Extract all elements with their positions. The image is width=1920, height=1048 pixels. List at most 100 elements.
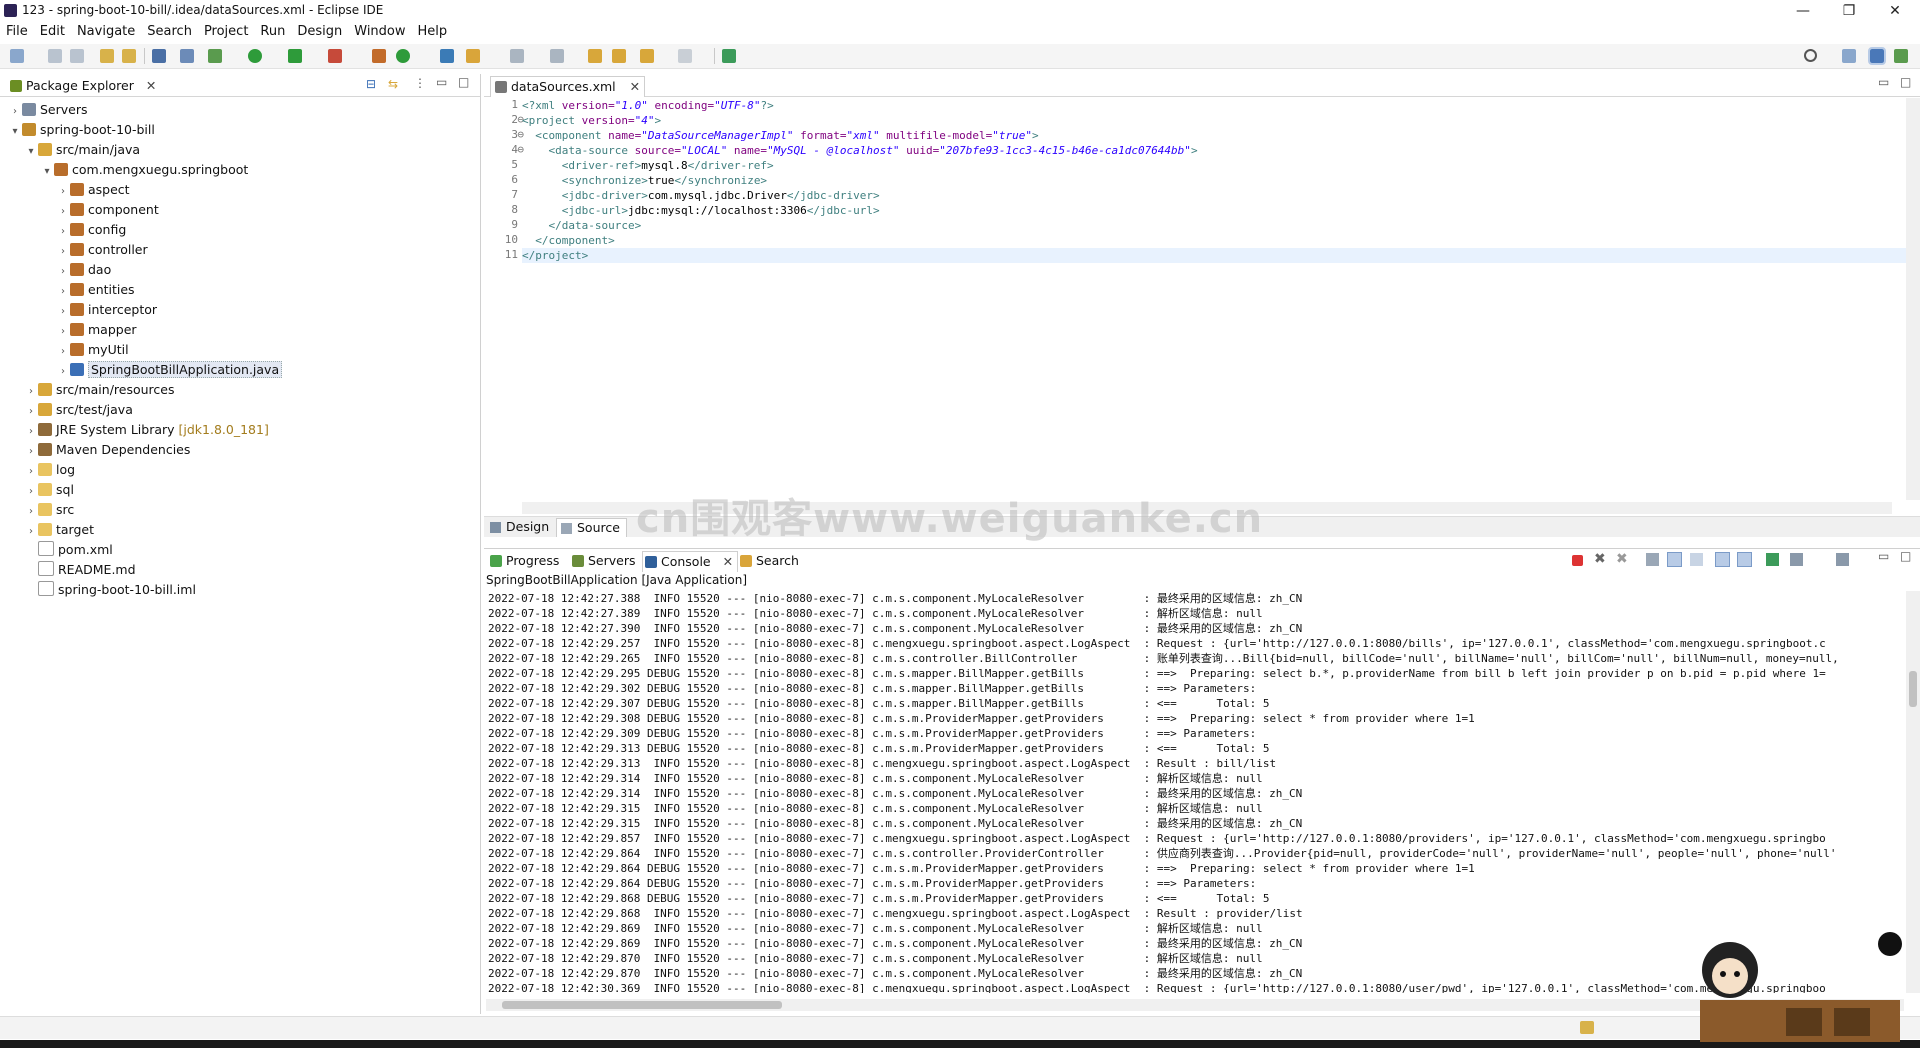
minimize-view-icon[interactable]: ▭ (436, 75, 447, 89)
code-line[interactable]: <driver-ref>mysql.8</driver-ref> (522, 158, 774, 173)
chevron-right-icon[interactable]: › (24, 402, 38, 422)
menu-design[interactable]: Design (291, 22, 348, 42)
skip-breakpoints-icon[interactable] (180, 49, 194, 63)
tree-item[interactable]: › myUtil (56, 340, 129, 360)
save-all-icon[interactable] (70, 49, 84, 63)
new-icon[interactable] (10, 49, 24, 63)
chevron-down-icon[interactable]: ▾ (8, 122, 22, 142)
chevron-right-icon[interactable]: › (24, 502, 38, 522)
minimize-icon[interactable]: — (1780, 0, 1826, 22)
tree-item[interactable]: › src/main/resources (24, 380, 174, 400)
code-line[interactable]: <?xml version="1.0" encoding="UTF-8"?> (522, 98, 774, 113)
design-tab[interactable]: Design (486, 518, 555, 536)
pin-console-icon[interactable] (1766, 553, 1779, 566)
arrow-left-icon[interactable] (640, 49, 654, 63)
code-line[interactable]: <data-source source="LOCAL" name="MySQL … (522, 143, 1197, 158)
display-selected-console-icon[interactable] (1790, 553, 1803, 566)
next-annotation-icon[interactable] (510, 49, 524, 63)
open-resource-icon[interactable] (122, 49, 136, 63)
tree-item[interactable]: ▾ com.mengxuegu.springboot (40, 160, 248, 180)
remove-all-icon[interactable]: ✖ (1616, 551, 1628, 567)
chevron-right-icon[interactable]: › (56, 302, 70, 322)
package-explorer-tab[interactable]: Package Explorer ✕ (6, 76, 160, 96)
new-java-package-icon[interactable] (372, 49, 386, 63)
chevron-right-icon[interactable]: › (56, 182, 70, 202)
pin-editor-icon[interactable] (722, 49, 736, 63)
tree-item[interactable]: › src/test/java (24, 400, 133, 420)
close-tab-icon[interactable]: ✕ (723, 554, 733, 569)
tree-item[interactable]: › log (24, 460, 75, 480)
chevron-right-icon[interactable]: › (24, 482, 38, 502)
menu-navigate[interactable]: Navigate (71, 22, 141, 42)
save-icon[interactable] (48, 49, 62, 63)
tree-item[interactable]: › sql (24, 480, 74, 500)
run-icon[interactable] (248, 49, 262, 63)
tree-item[interactable]: spring-boot-10-bill.iml (24, 580, 196, 600)
close-tab-icon[interactable]: ✕ (146, 78, 156, 93)
code-line[interactable]: <project version="4"> (522, 113, 661, 128)
menu-window[interactable]: Window (348, 22, 411, 42)
editor-tab-datasources[interactable]: dataSources.xml ✕ (490, 76, 646, 97)
tree-item[interactable]: › entities (56, 280, 135, 300)
xml-source-editor[interactable]: 1 2 ⊖ 3 ⊖ 4 ⊖ 5 6 7 8 9 10 11 <?xml version="1.0" enc… (484, 98, 1920, 500)
tree-item[interactable]: › Servers (8, 100, 88, 120)
chevron-down-icon[interactable]: ▾ (24, 142, 38, 162)
show-on-stdout-icon[interactable] (1715, 552, 1730, 567)
chevron-right-icon[interactable]: › (56, 242, 70, 262)
close-icon[interactable]: ✕ (1872, 0, 1918, 22)
arrow-right-icon[interactable] (678, 49, 692, 63)
chevron-right-icon[interactable]: › (56, 222, 70, 242)
search-tab[interactable]: Search (738, 551, 803, 571)
previous-annotation-icon[interactable] (550, 49, 564, 63)
status-icon[interactable] (1580, 1021, 1594, 1034)
chevron-right-icon[interactable]: › (56, 342, 70, 362)
tree-item[interactable]: › src (24, 500, 74, 520)
open-perspective-icon[interactable] (1842, 49, 1856, 63)
chevron-right-icon[interactable]: › (24, 422, 38, 442)
menu-edit[interactable]: Edit (34, 22, 71, 42)
code-line[interactable]: <synchronize>true</synchronize> (522, 173, 767, 188)
tree-item[interactable]: › JRE System Library [jdk1.8.0_181] (24, 420, 269, 440)
tree-item[interactable]: README.md (24, 560, 136, 580)
maximize-icon[interactable]: ❐ (1826, 0, 1872, 22)
java-ee-perspective-icon[interactable] (1868, 47, 1886, 65)
chevron-right-icon[interactable]: › (24, 522, 38, 542)
chevron-right-icon[interactable]: › (56, 262, 70, 282)
menu-help[interactable]: Help (412, 22, 454, 42)
tree-item[interactable]: › SpringBootBillApplication.java (56, 360, 283, 380)
coverage-icon[interactable] (288, 49, 302, 63)
chevron-right-icon[interactable]: › (56, 322, 70, 342)
clear-console-icon[interactable] (1646, 553, 1659, 566)
close-tab-icon[interactable]: ✕ (630, 79, 640, 94)
maximize-editor-icon[interactable]: □ (1900, 75, 1911, 89)
debug-icon[interactable] (208, 49, 222, 63)
debug-perspective-icon[interactable] (1894, 49, 1908, 63)
tree-item[interactable]: › config (56, 220, 126, 240)
code-line[interactable]: </data-source> (522, 218, 641, 233)
search-tool-icon[interactable] (466, 49, 480, 63)
open-task-icon[interactable] (440, 49, 454, 63)
source-tab[interactable]: Source (556, 518, 627, 537)
back-icon[interactable] (612, 49, 626, 63)
chevron-right-icon[interactable]: › (56, 282, 70, 302)
chevron-right-icon[interactable]: › (8, 102, 22, 122)
open-console-icon[interactable] (1836, 553, 1849, 566)
chevron-right-icon[interactable]: › (24, 442, 38, 462)
maximize-view-icon[interactable]: □ (458, 75, 469, 89)
word-wrap-icon[interactable] (1690, 553, 1703, 566)
tree-item[interactable]: ▾ src/main/java (24, 140, 140, 160)
chevron-right-icon[interactable]: › (24, 462, 38, 482)
chevron-right-icon[interactable]: › (24, 382, 38, 402)
servers-tab[interactable]: Servers (570, 551, 640, 571)
scroll-lock-icon[interactable] (1667, 552, 1682, 567)
minimize-editor-icon[interactable]: ▭ (1878, 75, 1889, 89)
code-line[interactable]: </project> (522, 248, 1912, 263)
external-tools-icon[interactable] (328, 49, 342, 63)
tree-item[interactable]: › interceptor (56, 300, 157, 320)
tree-item[interactable]: › aspect (56, 180, 130, 200)
search-icon[interactable] (1804, 49, 1817, 62)
tree-item[interactable]: › Maven Dependencies (24, 440, 190, 460)
chevron-down-icon[interactable]: ▾ (40, 162, 54, 182)
chevron-right-icon[interactable]: › (56, 202, 70, 222)
terminal-icon[interactable] (152, 49, 166, 63)
